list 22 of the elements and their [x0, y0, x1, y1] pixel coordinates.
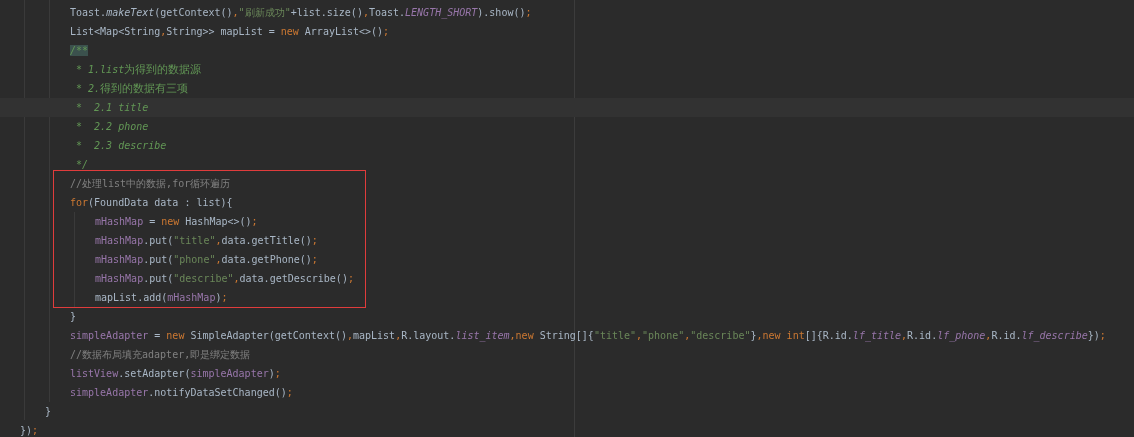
code-line: simpleAdapter = new SimpleAdapter(getContext(),mapList,R.layout.list_item,new String[]{"title","phone","describe"},new int[]{R.id.lf_title,R.id.lf_phone,R.id.lf_describe});	[70, 330, 1106, 341]
code-line: });	[20, 425, 39, 436]
code-line: * 2.2 phone	[75, 121, 149, 132]
code-line: //处理list中的数据,for循环遍历	[70, 178, 231, 189]
code-line: simpleAdapter.notifyDataSetChanged();	[70, 387, 293, 398]
code-line: mHashMap = new HashMap<>();	[95, 216, 258, 227]
code-line: Toast.makeText(getContext(),"刷新成功"+list.size(),Toast.LENGTH_SHORT).show();	[70, 7, 532, 18]
code-line: mHashMap.put("describe",data.getDescribe();	[95, 273, 354, 284]
code-line: }	[45, 406, 52, 417]
code-line: }	[70, 311, 77, 322]
code-line: * 2.1 title	[75, 102, 149, 113]
code-line: * 2.得到的数据有三项	[75, 83, 189, 94]
code-line: * 1.list为得到的数据源	[75, 64, 202, 75]
code-line: for(FoundData data : list){	[70, 197, 233, 208]
code-line: listView.setAdapter(simpleAdapter);	[70, 368, 281, 379]
code-line: * 2.3 describe	[75, 140, 167, 151]
code-line: mHashMap.put("title",data.getTitle();	[95, 235, 318, 246]
code-line: List<Map<String,String>> mapList = new ArrayList<>();	[70, 26, 390, 37]
code-line: */	[75, 159, 89, 170]
code-line: mHashMap.put("phone",data.getPhone();	[95, 254, 318, 265]
code-line: //数据布局填充adapter,即是绑定数据	[70, 349, 251, 360]
code-line: mapList.add(mHashMap);	[95, 292, 228, 303]
